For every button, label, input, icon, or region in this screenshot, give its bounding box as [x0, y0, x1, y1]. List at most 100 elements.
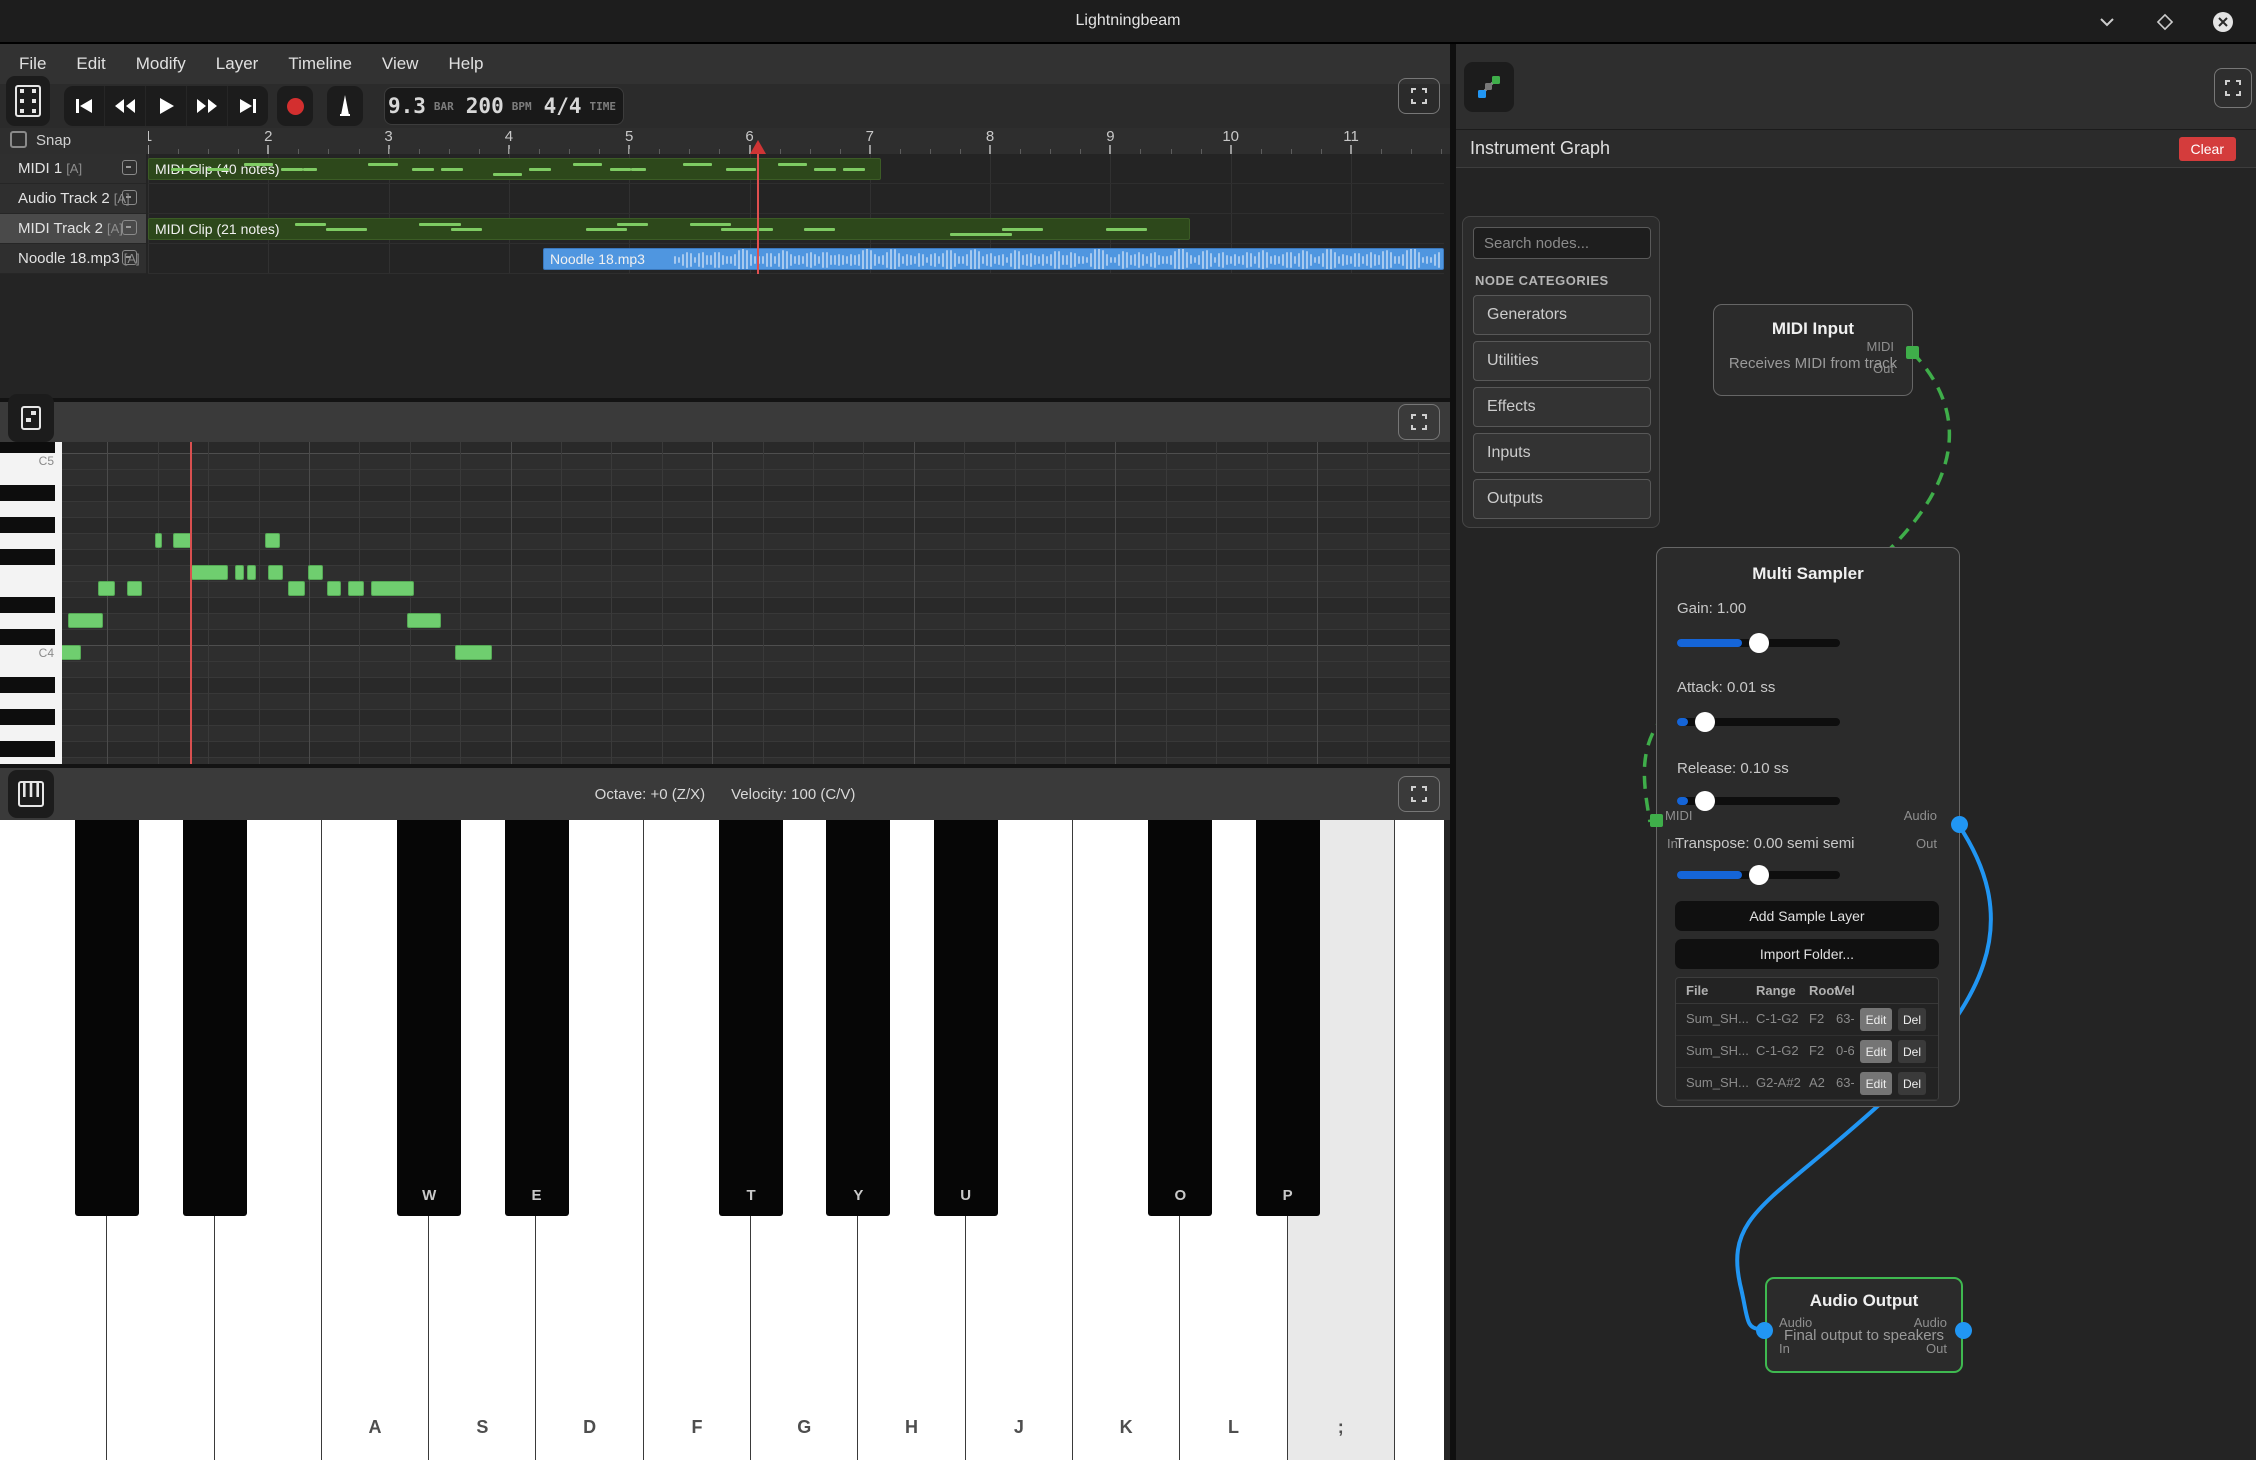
midi-note[interactable] — [348, 581, 364, 596]
add-sample-layer-button[interactable]: Add Sample Layer — [1675, 901, 1939, 931]
delete-sample-button[interactable]: Del — [1898, 1040, 1926, 1063]
black-key-E[interactable]: E — [505, 820, 569, 1216]
timeline-playhead[interactable] — [757, 154, 759, 274]
midi-in-port[interactable] — [1650, 814, 1663, 827]
midi-note[interactable] — [127, 581, 142, 596]
import-folder-button[interactable]: Import Folder... — [1675, 939, 1939, 969]
midi-note[interactable] — [191, 565, 228, 580]
track-header-1[interactable]: MIDI 1[A] — [0, 154, 146, 184]
black-key-U[interactable]: U — [934, 820, 998, 1216]
piano-roll-playhead[interactable] — [190, 442, 192, 764]
fast-forward-button[interactable] — [187, 86, 228, 126]
slider-thumb[interactable] — [1695, 712, 1715, 732]
mini-key-F3[interactable] — [0, 757, 62, 764]
film-roll-button[interactable] — [6, 76, 50, 126]
mini-key-G3[interactable] — [0, 725, 62, 741]
piano-roll-expand-button[interactable] — [1398, 404, 1440, 440]
skip-start-button[interactable] — [64, 86, 105, 126]
mini-key-G4[interactable] — [0, 533, 62, 549]
midi-note[interactable] — [62, 645, 81, 660]
clip-audio-3[interactable]: Noodle 18.mp3 — [543, 248, 1444, 270]
mini-key-C#4[interactable] — [0, 629, 62, 645]
mini-key-D#4[interactable] — [0, 597, 62, 613]
mini-key-F4[interactable] — [0, 565, 62, 581]
audio-out-port[interactable] — [1955, 1322, 1972, 1339]
keyboard-expand-button[interactable] — [1398, 776, 1440, 812]
metronome-button[interactable] — [327, 86, 363, 126]
node-audio-output[interactable]: Audio Output Final output to speakers Au… — [1765, 1277, 1963, 1373]
midi-note[interactable] — [308, 565, 323, 580]
mini-key-B3[interactable] — [0, 661, 62, 677]
black-key-O[interactable]: O — [1148, 820, 1212, 1216]
mini-key-C4[interactable]: C4 — [0, 645, 62, 661]
category-outputs[interactable]: Outputs — [1473, 479, 1651, 519]
delete-sample-button[interactable]: Del — [1898, 1008, 1926, 1031]
midi-note[interactable] — [371, 581, 414, 596]
piano-roll-popout-button[interactable] — [8, 394, 54, 442]
gain-slider[interactable] — [1677, 639, 1840, 647]
mini-key-F#4[interactable] — [0, 549, 62, 565]
maximize-icon[interactable] — [2150, 7, 2180, 37]
skip-end-button[interactable] — [228, 86, 268, 126]
mini-key-C5[interactable]: C5 — [0, 453, 62, 469]
midi-note[interactable] — [288, 581, 305, 596]
mini-key-C#5[interactable] — [0, 442, 62, 453]
piano-roll-key-column[interactable]: C5 C4 — [0, 442, 62, 764]
search-input[interactable] — [1473, 227, 1651, 259]
mini-key-A3[interactable] — [0, 693, 62, 709]
midi-out-port[interactable] — [1906, 346, 1919, 359]
midi-note[interactable] — [407, 613, 441, 628]
graph-expand-button[interactable] — [2214, 68, 2252, 108]
piano-roll-grid[interactable] — [62, 442, 1450, 764]
track-header-2[interactable]: Audio Track 2[A] — [0, 184, 146, 214]
track-checkbox[interactable] — [122, 160, 137, 175]
menu-item-layer[interactable]: Layer — [201, 44, 274, 84]
mini-key-A#4[interactable] — [0, 485, 62, 501]
node-graph-view-button[interactable] — [1464, 62, 1514, 112]
snap-checkbox[interactable] — [10, 131, 27, 148]
black-key-T[interactable]: T — [719, 820, 783, 1216]
node-multi-sampler[interactable]: Multi Sampler Gain: 1.00 Attack: 0.01 ss… — [1656, 547, 1960, 1107]
midi-note[interactable] — [155, 533, 162, 548]
midi-note[interactable] — [68, 613, 103, 628]
midi-note[interactable] — [265, 533, 280, 548]
edit-sample-button[interactable]: Edit — [1860, 1008, 1892, 1031]
node-midi-input[interactable]: MIDI Input Receives MIDI from track MIDI… — [1713, 304, 1913, 396]
clip-midi-1[interactable]: MIDI Clip (40 notes) — [148, 158, 881, 180]
black-key-u1[interactable] — [183, 820, 247, 1216]
graph-canvas[interactable]: NODE CATEGORIES GeneratorsUtilitiesEffec… — [1456, 168, 2256, 1460]
play-button[interactable] — [146, 86, 187, 126]
slider-thumb[interactable] — [1749, 633, 1769, 653]
close-icon[interactable] — [2208, 7, 2238, 37]
category-effects[interactable]: Effects — [1473, 387, 1651, 427]
track-header-4[interactable]: Noodle 18.mp3[A] — [0, 244, 146, 274]
category-utilities[interactable]: Utilities — [1473, 341, 1651, 381]
midi-note[interactable] — [268, 565, 283, 580]
edit-sample-button[interactable]: Edit — [1860, 1040, 1892, 1063]
timeline-playhead-arrow[interactable] — [750, 140, 766, 154]
midi-note[interactable] — [327, 581, 341, 596]
mini-key-F#3[interactable] — [0, 741, 62, 757]
timeline-ruler[interactable]: 1234567891011 — [148, 128, 1450, 154]
minimize-icon[interactable] — [2092, 7, 2122, 37]
menu-item-help[interactable]: Help — [433, 44, 498, 84]
menu-item-view[interactable]: View — [367, 44, 434, 84]
timeline-expand-button[interactable] — [1398, 78, 1440, 114]
slider-thumb[interactable] — [1695, 791, 1715, 811]
audio-in-port[interactable] — [1756, 1322, 1773, 1339]
audio-out-port[interactable] — [1951, 816, 1968, 833]
track-checkbox[interactable] — [122, 220, 137, 235]
track-checkbox[interactable] — [122, 250, 137, 265]
track-header-3[interactable]: MIDI Track 2[A] — [0, 214, 146, 244]
delete-sample-button[interactable]: Del — [1898, 1072, 1926, 1095]
slider-thumb[interactable] — [1749, 865, 1769, 885]
midi-note[interactable] — [455, 645, 492, 660]
edit-sample-button[interactable]: Edit — [1860, 1072, 1892, 1095]
track-checkbox[interactable] — [122, 190, 137, 205]
mini-key-G#3[interactable] — [0, 709, 62, 725]
category-inputs[interactable]: Inputs — [1473, 433, 1651, 473]
mini-key-D4[interactable] — [0, 613, 62, 629]
menu-item-edit[interactable]: Edit — [61, 44, 120, 84]
white-key-u13[interactable] — [1395, 820, 1444, 1460]
mini-key-A#3[interactable] — [0, 677, 62, 693]
